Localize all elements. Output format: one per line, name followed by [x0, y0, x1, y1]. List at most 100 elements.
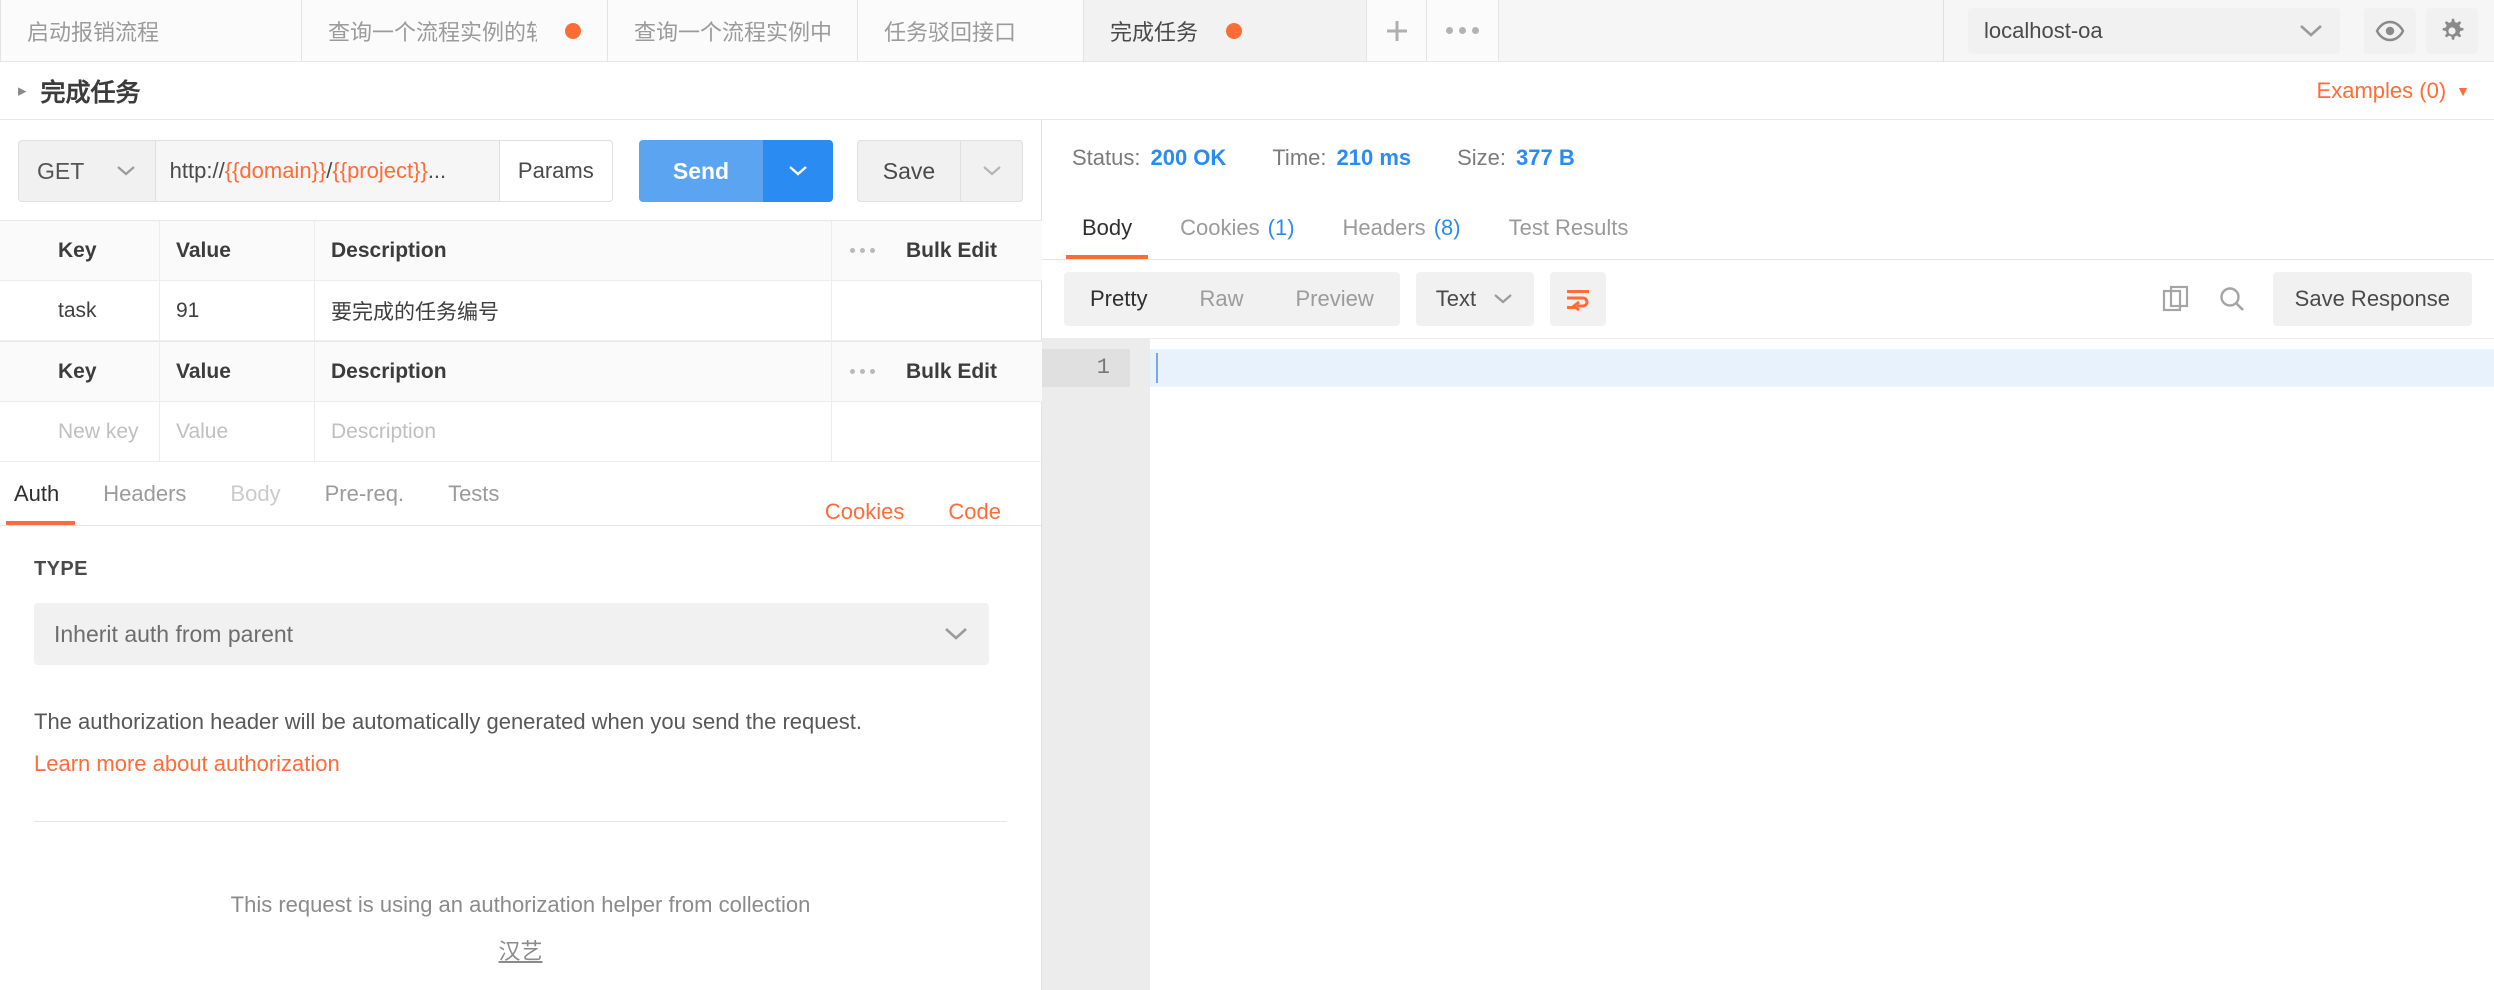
page-title: 完成任务 — [40, 78, 141, 107]
response-body-code-area[interactable] — [1150, 339, 2494, 990]
learn-more-authorization-link[interactable]: Learn more about authorization — [34, 751, 1007, 777]
select-all-checkbox-cell-2[interactable] — [0, 342, 42, 402]
request-tab-2[interactable]: 查询一个流程实例的轨迹 — [302, 0, 608, 61]
unsaved-indicator-dot — [1226, 22, 1243, 39]
row-checkbox[interactable] — [0, 281, 42, 341]
cookies-link[interactable]: Cookies — [811, 499, 926, 525]
request-tab-2-label: 查询一个流程实例的轨迹 — [328, 19, 537, 45]
param-description[interactable]: 要完成的任务编号 — [315, 281, 832, 341]
params-options-button[interactable] — [832, 221, 892, 281]
environment-name: localhost-oa — [1984, 17, 2103, 43]
tab-pre-request-script[interactable]: Pre-req. — [303, 462, 426, 525]
breadcrumb-expand-caret-icon[interactable]: ▸ — [18, 82, 27, 99]
params-button[interactable]: Params — [499, 140, 613, 202]
bulk-edit-button[interactable]: Bulk Edit — [892, 221, 1042, 281]
param-key[interactable]: task — [42, 281, 160, 341]
new-description-input[interactable]: Description — [315, 402, 832, 462]
url-variable-domain: {{domain}} — [224, 158, 327, 183]
save-button[interactable]: Save — [857, 140, 961, 202]
response-format-selector[interactable]: Text — [1415, 272, 1535, 326]
request-tab-3-label: 查询一个流程实例中的历史任务 — [634, 19, 831, 45]
headers-options-button[interactable] — [832, 342, 892, 402]
auth-description: The authorization header will be automat… — [34, 709, 862, 734]
row-spacer-2 — [892, 281, 1042, 341]
view-mode-pretty[interactable]: Pretty — [1064, 272, 1173, 326]
request-tabs-list: 启动报销流程 查询一个流程实例的轨迹 查询一个流程实例中的历史任务 任务驳回接口… — [0, 0, 1943, 61]
size-label: Size: — [1457, 145, 1507, 170]
new-value-input[interactable]: Value — [160, 402, 315, 462]
auth-helper-dot: . — [34, 986, 1007, 990]
copy-response-button[interactable] — [2161, 284, 2191, 314]
http-method-selector[interactable]: GET — [18, 140, 156, 202]
request-tab-3[interactable]: 查询一个流程实例中的历史任务 — [608, 0, 858, 61]
new-tab-button[interactable] — [1367, 0, 1427, 61]
send-options-button[interactable] — [763, 140, 833, 202]
tab-headers[interactable]: Headers — [81, 462, 208, 525]
active-code-line[interactable] — [1150, 349, 2494, 387]
new-key-input[interactable]: New key — [42, 402, 160, 462]
response-toolbar-right: Save Response — [2161, 272, 2472, 326]
view-mode-raw[interactable]: Raw — [1173, 272, 1269, 326]
http-method-label: GET — [37, 157, 85, 184]
row-spacer — [832, 281, 892, 341]
environment-selector[interactable]: localhost-oa — [1968, 7, 2340, 54]
request-tab-1-label: 启动报销流程 — [27, 19, 160, 45]
column-header-key: Key — [42, 221, 160, 281]
search-response-button[interactable] — [2217, 284, 2247, 314]
headers-table: Key Value Description Bulk Edit New key … — [0, 341, 1042, 462]
response-view-toolbar: Pretty Raw Preview Text Save Response — [1042, 260, 2494, 338]
tab-overflow-menu-button[interactable] — [1427, 0, 1499, 61]
settings-button[interactable] — [2426, 7, 2478, 54]
headers-header-row: Key Value Description Bulk Edit — [0, 342, 1042, 402]
url-input[interactable]: http://{{domain}} / {{project}}... — [155, 140, 500, 202]
tab-test-results[interactable]: Test Results — [1485, 196, 1653, 259]
param-value[interactable]: 91 — [160, 281, 315, 341]
ellipsis-icon — [849, 248, 875, 253]
new-row-spacer-2 — [892, 402, 1042, 462]
auth-panel: TYPE Inherit auth from parent The author… — [0, 526, 1041, 990]
search-icon — [2219, 287, 2244, 311]
column-header-key-2: Key — [42, 342, 160, 402]
eye-icon — [2375, 20, 2405, 41]
chevron-down-icon — [1494, 294, 1512, 304]
tab-response-body[interactable]: Body — [1058, 196, 1156, 259]
code-link[interactable]: Code — [926, 499, 1023, 525]
request-tab-1[interactable]: 启动报销流程 — [0, 0, 302, 61]
word-wrap-toggle-button[interactable] — [1550, 272, 1607, 326]
word-wrap-icon — [1567, 290, 1590, 311]
examples-dropdown[interactable]: Examples (0) ▼ — [2317, 78, 2470, 104]
new-header-row[interactable]: New key Value Description — [0, 402, 1042, 462]
column-header-description: Description — [315, 221, 832, 281]
send-button-group: Send — [639, 140, 833, 202]
auth-type-selector[interactable]: Inherit auth from parent — [34, 603, 989, 665]
response-pane: Status: 200 OK Time: 210 ms Size: 377 B … — [1042, 120, 2494, 990]
bulk-edit-button-2[interactable]: Bulk Edit — [892, 342, 1042, 402]
tab-tests[interactable]: Tests — [426, 462, 521, 525]
tab-body[interactable]: Body — [208, 462, 302, 525]
chevron-down-icon: ▼ — [2456, 82, 2470, 99]
response-format-value: Text — [1435, 286, 1477, 311]
status-value: 200 OK — [1150, 145, 1227, 170]
select-all-checkbox-cell[interactable] — [0, 221, 42, 281]
response-body-editor[interactable]: 1 — [1042, 338, 2494, 990]
table-row[interactable]: task 91 要完成的任务编号 — [0, 281, 1042, 341]
request-tab-4[interactable]: 任务驳回接口 — [858, 0, 1084, 61]
tab-response-headers[interactable]: Headers (8) — [1319, 196, 1485, 259]
request-tab-5-active[interactable]: 完成任务 — [1084, 0, 1367, 61]
environment-quick-look-button[interactable] — [2364, 7, 2416, 54]
send-button[interactable]: Send — [639, 140, 763, 202]
save-response-button[interactable]: Save Response — [2272, 272, 2472, 326]
url-variable-project: {{project}} — [332, 158, 428, 183]
ellipsis-icon — [1446, 27, 1479, 34]
new-row-checkbox[interactable] — [0, 402, 42, 462]
line-number-gutter: 1 — [1042, 339, 1150, 990]
tab-response-cookies[interactable]: Cookies (1) — [1156, 196, 1318, 259]
tab-test-results-label: Test Results — [1508, 214, 1629, 240]
tab-response-cookies-label: Cookies — [1180, 214, 1260, 240]
save-options-button[interactable] — [961, 140, 1023, 202]
request-tab-4-label: 任务驳回接口 — [884, 19, 1017, 45]
chevron-down-icon — [982, 166, 1001, 176]
auth-helper-collection-link[interactable]: 汉艺 — [498, 934, 542, 966]
tab-auth[interactable]: Auth — [0, 462, 81, 525]
view-mode-preview[interactable]: Preview — [1269, 272, 1399, 326]
